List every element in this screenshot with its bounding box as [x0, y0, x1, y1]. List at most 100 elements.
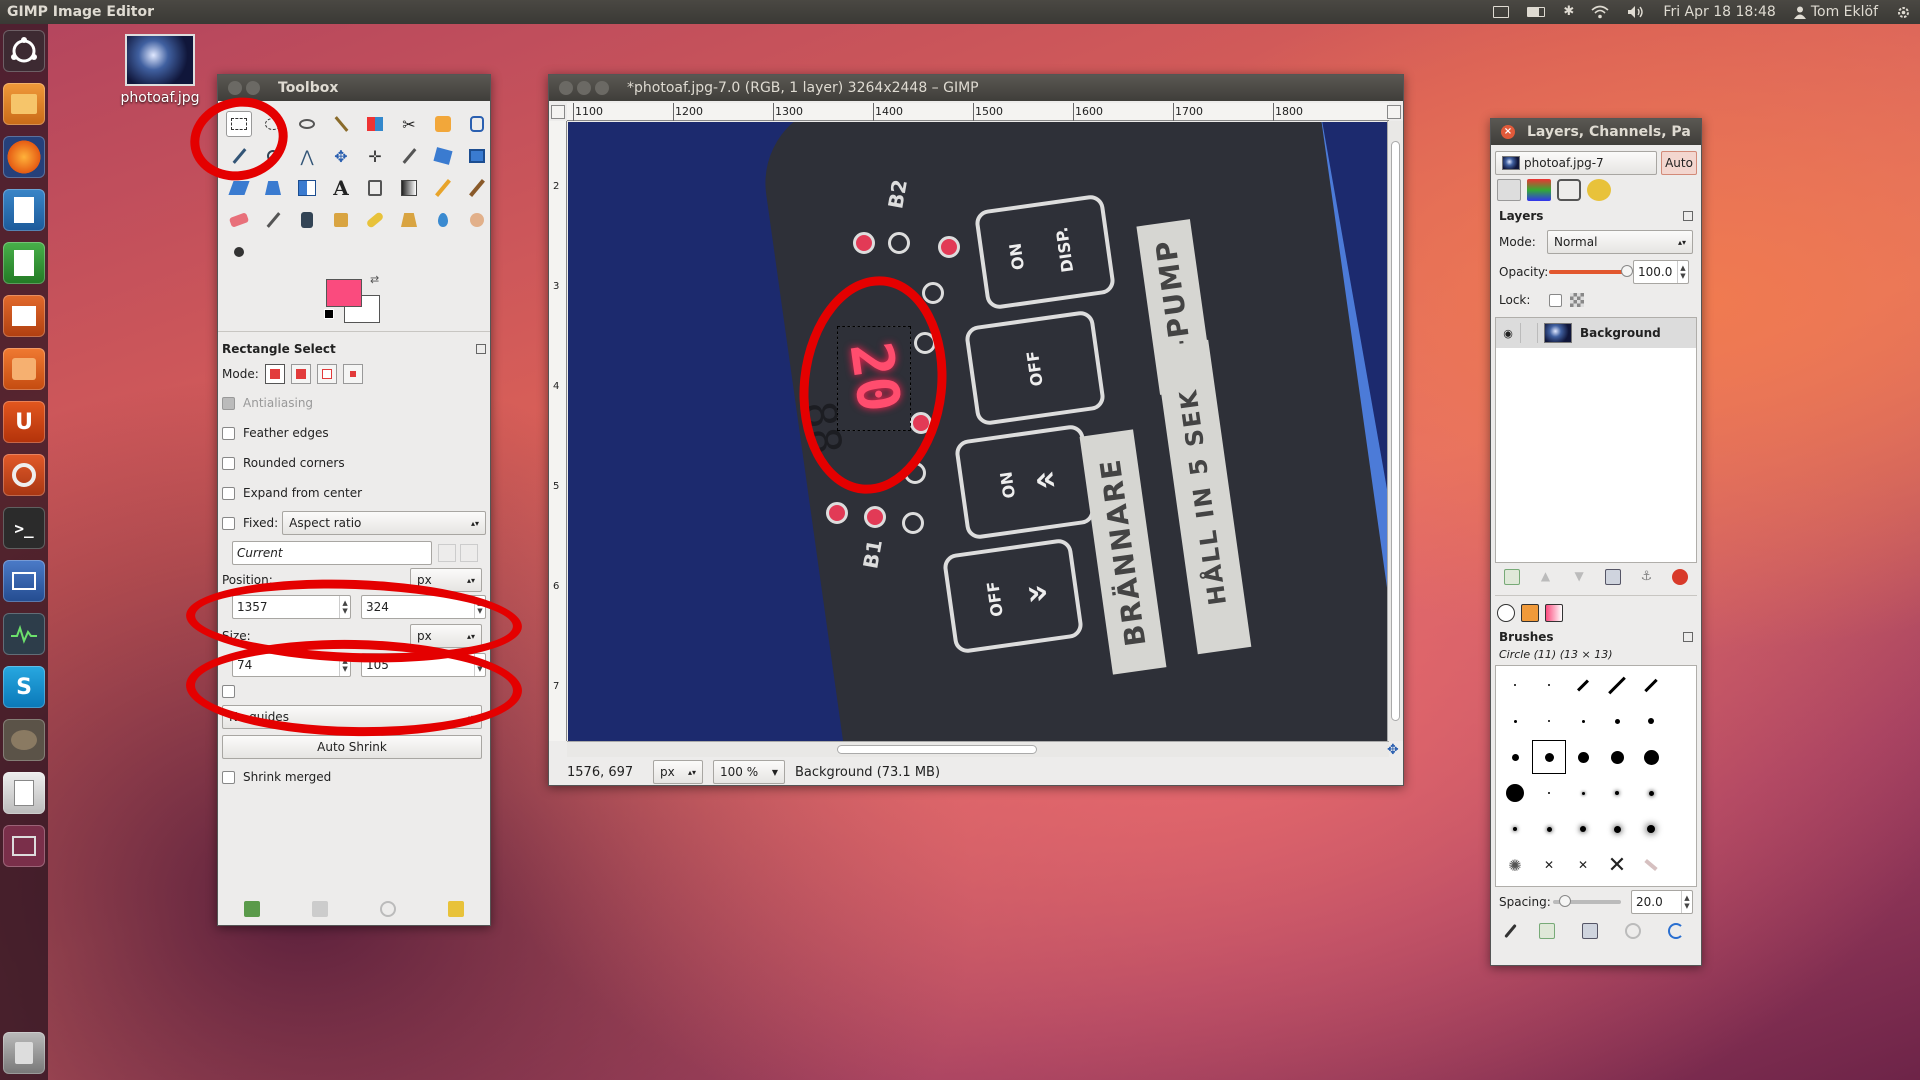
default-colors-icon[interactable]: [324, 309, 334, 319]
launcher-gimp-button[interactable]: [3, 719, 45, 761]
spacing-field[interactable]: 20.0 ▲ ▼: [1630, 890, 1693, 914]
launcher-ubuntu-one-button[interactable]: U: [3, 401, 45, 443]
rotate-tool[interactable]: [430, 143, 456, 169]
paintbrush-tool[interactable]: [464, 175, 490, 201]
expand-from-center-checkbox[interactable]: [222, 486, 235, 500]
save-options-icon[interactable]: [244, 901, 260, 917]
vertical-scrollbar[interactable]: [1387, 121, 1403, 741]
auto-button[interactable]: Auto: [1661, 151, 1697, 175]
tab-undo-icon[interactable]: [1587, 179, 1611, 201]
opacity-slider[interactable]: [1549, 265, 1633, 277]
lock-pixels-checkbox[interactable]: [1549, 293, 1562, 307]
reset-options-icon[interactable]: [448, 901, 464, 917]
launcher-writer-button[interactable]: [3, 189, 45, 231]
toolbox-titlebar[interactable]: Toolbox: [218, 75, 490, 101]
brush-item[interactable]: ✕: [1566, 848, 1600, 882]
select-by-color-tool[interactable]: [362, 111, 388, 137]
launcher-skype-button[interactable]: S: [3, 666, 45, 708]
navigate-icon[interactable]: ✥: [1387, 743, 1401, 757]
refresh-brushes-icon[interactable]: [1667, 923, 1684, 939]
brush-item[interactable]: [1498, 740, 1532, 774]
vertical-ruler[interactable]: 2 3 4 5 6 7: [549, 121, 567, 741]
bucket-fill-tool[interactable]: [362, 175, 388, 201]
close-button[interactable]: [228, 81, 242, 95]
brush-item[interactable]: [1532, 776, 1566, 810]
brush-item[interactable]: [1532, 812, 1566, 846]
brush-item-selected[interactable]: [1532, 740, 1566, 774]
opacity-field[interactable]: 100.0 ▲ ▼: [1633, 260, 1689, 284]
duplicate-brush-icon[interactable]: [1581, 923, 1598, 939]
brush-item[interactable]: [1498, 812, 1532, 846]
spin-arrows-icon[interactable]: ▲ ▼: [1677, 261, 1688, 283]
flip-tool[interactable]: [294, 175, 320, 201]
brush-grid[interactable]: ✺ ✕ ✕ ✕: [1495, 665, 1697, 887]
tab-gradients-icon[interactable]: [1545, 604, 1563, 622]
text-tool[interactable]: A: [328, 175, 354, 201]
foreground-select-tool[interactable]: [430, 111, 456, 137]
launcher-workspace-switcher-button[interactable]: [3, 825, 45, 867]
brush-item[interactable]: [1600, 812, 1634, 846]
image-canvas[interactable]: ON DISP. OFF ON « OFF » C-PUMP BRÄNNARE …: [568, 122, 1389, 741]
bluetooth-indicator[interactable]: ✱: [1554, 0, 1582, 24]
mode-replace-button[interactable]: [264, 364, 285, 384]
dodge-burn-tool[interactable]: [226, 239, 252, 265]
brush-item[interactable]: [1600, 668, 1634, 702]
portrait-icon[interactable]: [438, 544, 456, 562]
launcher-firefox-button[interactable]: [3, 136, 45, 178]
chain-icon[interactable]: [1520, 323, 1538, 343]
horizontal-ruler[interactable]: 1100 1200 1300 1400 1500 1600 1700 1800: [567, 103, 1389, 121]
launcher-system-monitor-button[interactable]: [3, 613, 45, 655]
brush-item[interactable]: [1566, 776, 1600, 810]
ink-tool[interactable]: [294, 207, 320, 233]
layer-mode-select[interactable]: Normal ▴▾: [1547, 230, 1693, 254]
perspective-clone-tool[interactable]: [396, 207, 422, 233]
anchor-layer-icon[interactable]: ⚓: [1638, 569, 1654, 585]
brush-item[interactable]: [1634, 848, 1668, 882]
delete-brush-icon[interactable]: [1624, 923, 1641, 939]
lower-layer-icon[interactable]: ▼: [1571, 569, 1587, 585]
brush-item[interactable]: ✕: [1600, 848, 1634, 882]
restore-options-icon[interactable]: [476, 344, 486, 354]
scroll-thumb[interactable]: [1391, 141, 1400, 721]
network-indicator[interactable]: [1582, 0, 1618, 24]
brush-item[interactable]: [1634, 812, 1668, 846]
duplicate-layer-icon[interactable]: [1604, 569, 1621, 585]
tab-paths-icon[interactable]: [1557, 179, 1581, 201]
brush-item[interactable]: [1532, 704, 1566, 738]
spacing-slider[interactable]: [1553, 895, 1621, 907]
mode-add-button[interactable]: [290, 364, 311, 384]
heal-tool[interactable]: [362, 207, 388, 233]
brush-item[interactable]: [1634, 776, 1668, 810]
eye-icon[interactable]: ◉: [1496, 327, 1520, 340]
brush-item[interactable]: [1600, 740, 1634, 774]
brush-item[interactable]: [1532, 668, 1566, 702]
delete-options-icon[interactable]: [380, 901, 396, 917]
smudge-tool[interactable]: [464, 207, 490, 233]
crop-tool[interactable]: [396, 143, 422, 169]
measure-tool[interactable]: ⋀: [294, 143, 320, 169]
perspective-tool[interactable]: [260, 175, 286, 201]
brush-item[interactable]: [1498, 776, 1532, 810]
launcher-files-button[interactable]: [3, 83, 45, 125]
delete-layer-icon[interactable]: [1672, 569, 1689, 585]
close-button[interactable]: ×: [1501, 125, 1515, 139]
opacity-slider-knob[interactable]: [1621, 265, 1633, 277]
zoom-toggle-icon[interactable]: [1387, 105, 1401, 119]
current-ratio-field[interactable]: Current: [232, 541, 432, 565]
brush-item[interactable]: [1600, 776, 1634, 810]
unit-select[interactable]: px ▴▾: [653, 760, 703, 784]
swap-colors-icon[interactable]: ⇄: [370, 273, 379, 286]
spacing-slider-knob[interactable]: [1559, 895, 1572, 907]
minimize-button[interactable]: [246, 81, 260, 95]
tab-channels-icon[interactable]: [1527, 179, 1551, 201]
brush-item[interactable]: [1498, 668, 1532, 702]
raise-layer-icon[interactable]: ▲: [1537, 569, 1553, 585]
antialiasing-checkbox[interactable]: [222, 396, 235, 410]
zoom-select[interactable]: 100 % ▼: [713, 760, 785, 784]
launcher-calc-button[interactable]: [3, 242, 45, 284]
mode-intersect-button[interactable]: [342, 364, 363, 384]
layers-titlebar[interactable]: × Layers, Channels, Pa: [1491, 119, 1701, 145]
brush-item[interactable]: ✺: [1498, 848, 1532, 882]
launcher-trash-button[interactable]: [3, 1032, 45, 1074]
airbrush-tool[interactable]: [260, 207, 286, 233]
